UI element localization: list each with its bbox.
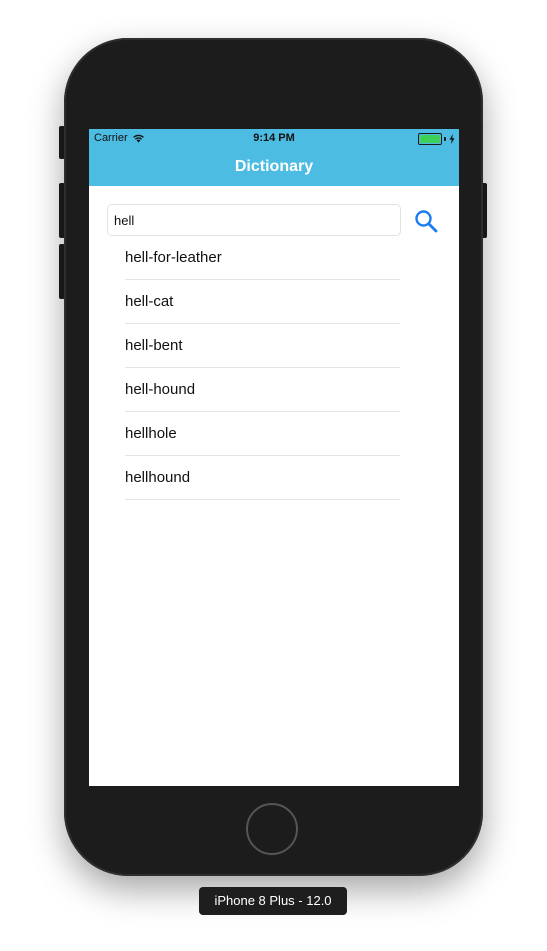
charging-bolt-icon — [449, 134, 455, 144]
battery-indicator — [418, 133, 455, 145]
result-item-partial[interactable] — [125, 500, 400, 518]
result-item[interactable]: hell-cat — [125, 280, 400, 324]
navigation-bar: Dictionary — [89, 147, 459, 186]
simulator-stage: Carrier 9:14 PM Dictionary hell hell-for… — [0, 0, 547, 951]
search-input[interactable] — [107, 204, 401, 236]
battery-tip — [444, 137, 446, 141]
status-time: 9:14 PM — [253, 132, 295, 144]
result-item[interactable]: hell-bent — [125, 324, 400, 368]
battery-icon — [418, 133, 442, 145]
home-button[interactable] — [246, 803, 298, 855]
result-item[interactable]: hell-for-leather — [125, 236, 400, 280]
status-bar: Carrier 9:14 PM — [89, 129, 459, 147]
page-title: Dictionary — [234, 158, 314, 175]
app-screen: Carrier 9:14 PM Dictionary hell hell-for… — [89, 129, 459, 786]
search-button[interactable] — [412, 207, 440, 235]
device-label-text: iPhone 8 Plus - 12.0 — [214, 893, 332, 908]
results-list: hell-for-leather hell-cat hell-bent hell-ho… — [125, 236, 400, 518]
result-item[interactable]: hellhole — [125, 412, 400, 456]
result-item[interactable]: hell-hound — [125, 368, 400, 412]
result-item[interactable]: hellhound — [125, 456, 400, 500]
battery-fill — [420, 135, 440, 143]
search-icon — [415, 210, 438, 233]
device-label: iPhone 8 Plus - 12.0 — [199, 887, 347, 915]
